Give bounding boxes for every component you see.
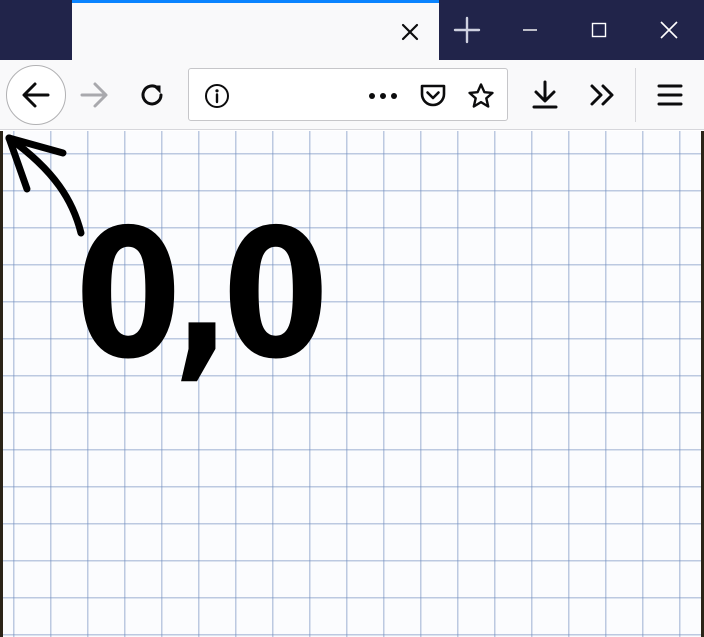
chevrons-right-icon xyxy=(590,84,614,106)
arrow-right-icon xyxy=(80,82,108,108)
plus-icon xyxy=(453,16,481,44)
save-to-pocket-button[interactable] xyxy=(417,81,449,111)
downloads-button[interactable] xyxy=(524,75,566,115)
forward-button[interactable] xyxy=(74,75,114,115)
back-button[interactable] xyxy=(6,65,66,125)
arrow-left-icon xyxy=(22,82,50,108)
star-icon xyxy=(468,83,494,108)
pocket-icon xyxy=(420,84,446,107)
minimize-icon xyxy=(523,29,537,31)
close-icon xyxy=(401,23,419,41)
page-content: 0,0 xyxy=(0,131,704,637)
new-tab-button[interactable] xyxy=(444,10,490,50)
download-icon xyxy=(532,80,558,109)
title-bar xyxy=(0,0,704,60)
maximize-button[interactable] xyxy=(566,0,632,60)
main-menu-button[interactable] xyxy=(648,75,692,115)
minimize-button[interactable] xyxy=(497,0,563,60)
toolbar-separator xyxy=(635,68,636,122)
reload-button[interactable] xyxy=(132,75,172,115)
url-input[interactable] xyxy=(241,83,361,107)
tab-close-button[interactable] xyxy=(399,21,421,43)
site-info-button[interactable] xyxy=(203,82,231,110)
close-window-button[interactable] xyxy=(636,0,702,60)
close-icon xyxy=(660,21,678,39)
navigation-toolbar xyxy=(0,60,704,130)
tab-title xyxy=(88,23,388,41)
bookmark-button[interactable] xyxy=(465,81,497,111)
more-horizontal-icon xyxy=(369,93,397,99)
tab-active[interactable] xyxy=(72,0,439,60)
reload-icon xyxy=(141,84,163,106)
origin-coordinate-label: 0,0 xyxy=(75,191,329,398)
page-actions-button[interactable] xyxy=(365,82,401,110)
overflow-menu-button[interactable] xyxy=(582,75,624,115)
info-icon xyxy=(205,84,229,108)
url-bar[interactable] xyxy=(188,68,508,121)
maximize-icon xyxy=(591,22,607,38)
hamburger-menu-icon xyxy=(657,84,683,106)
